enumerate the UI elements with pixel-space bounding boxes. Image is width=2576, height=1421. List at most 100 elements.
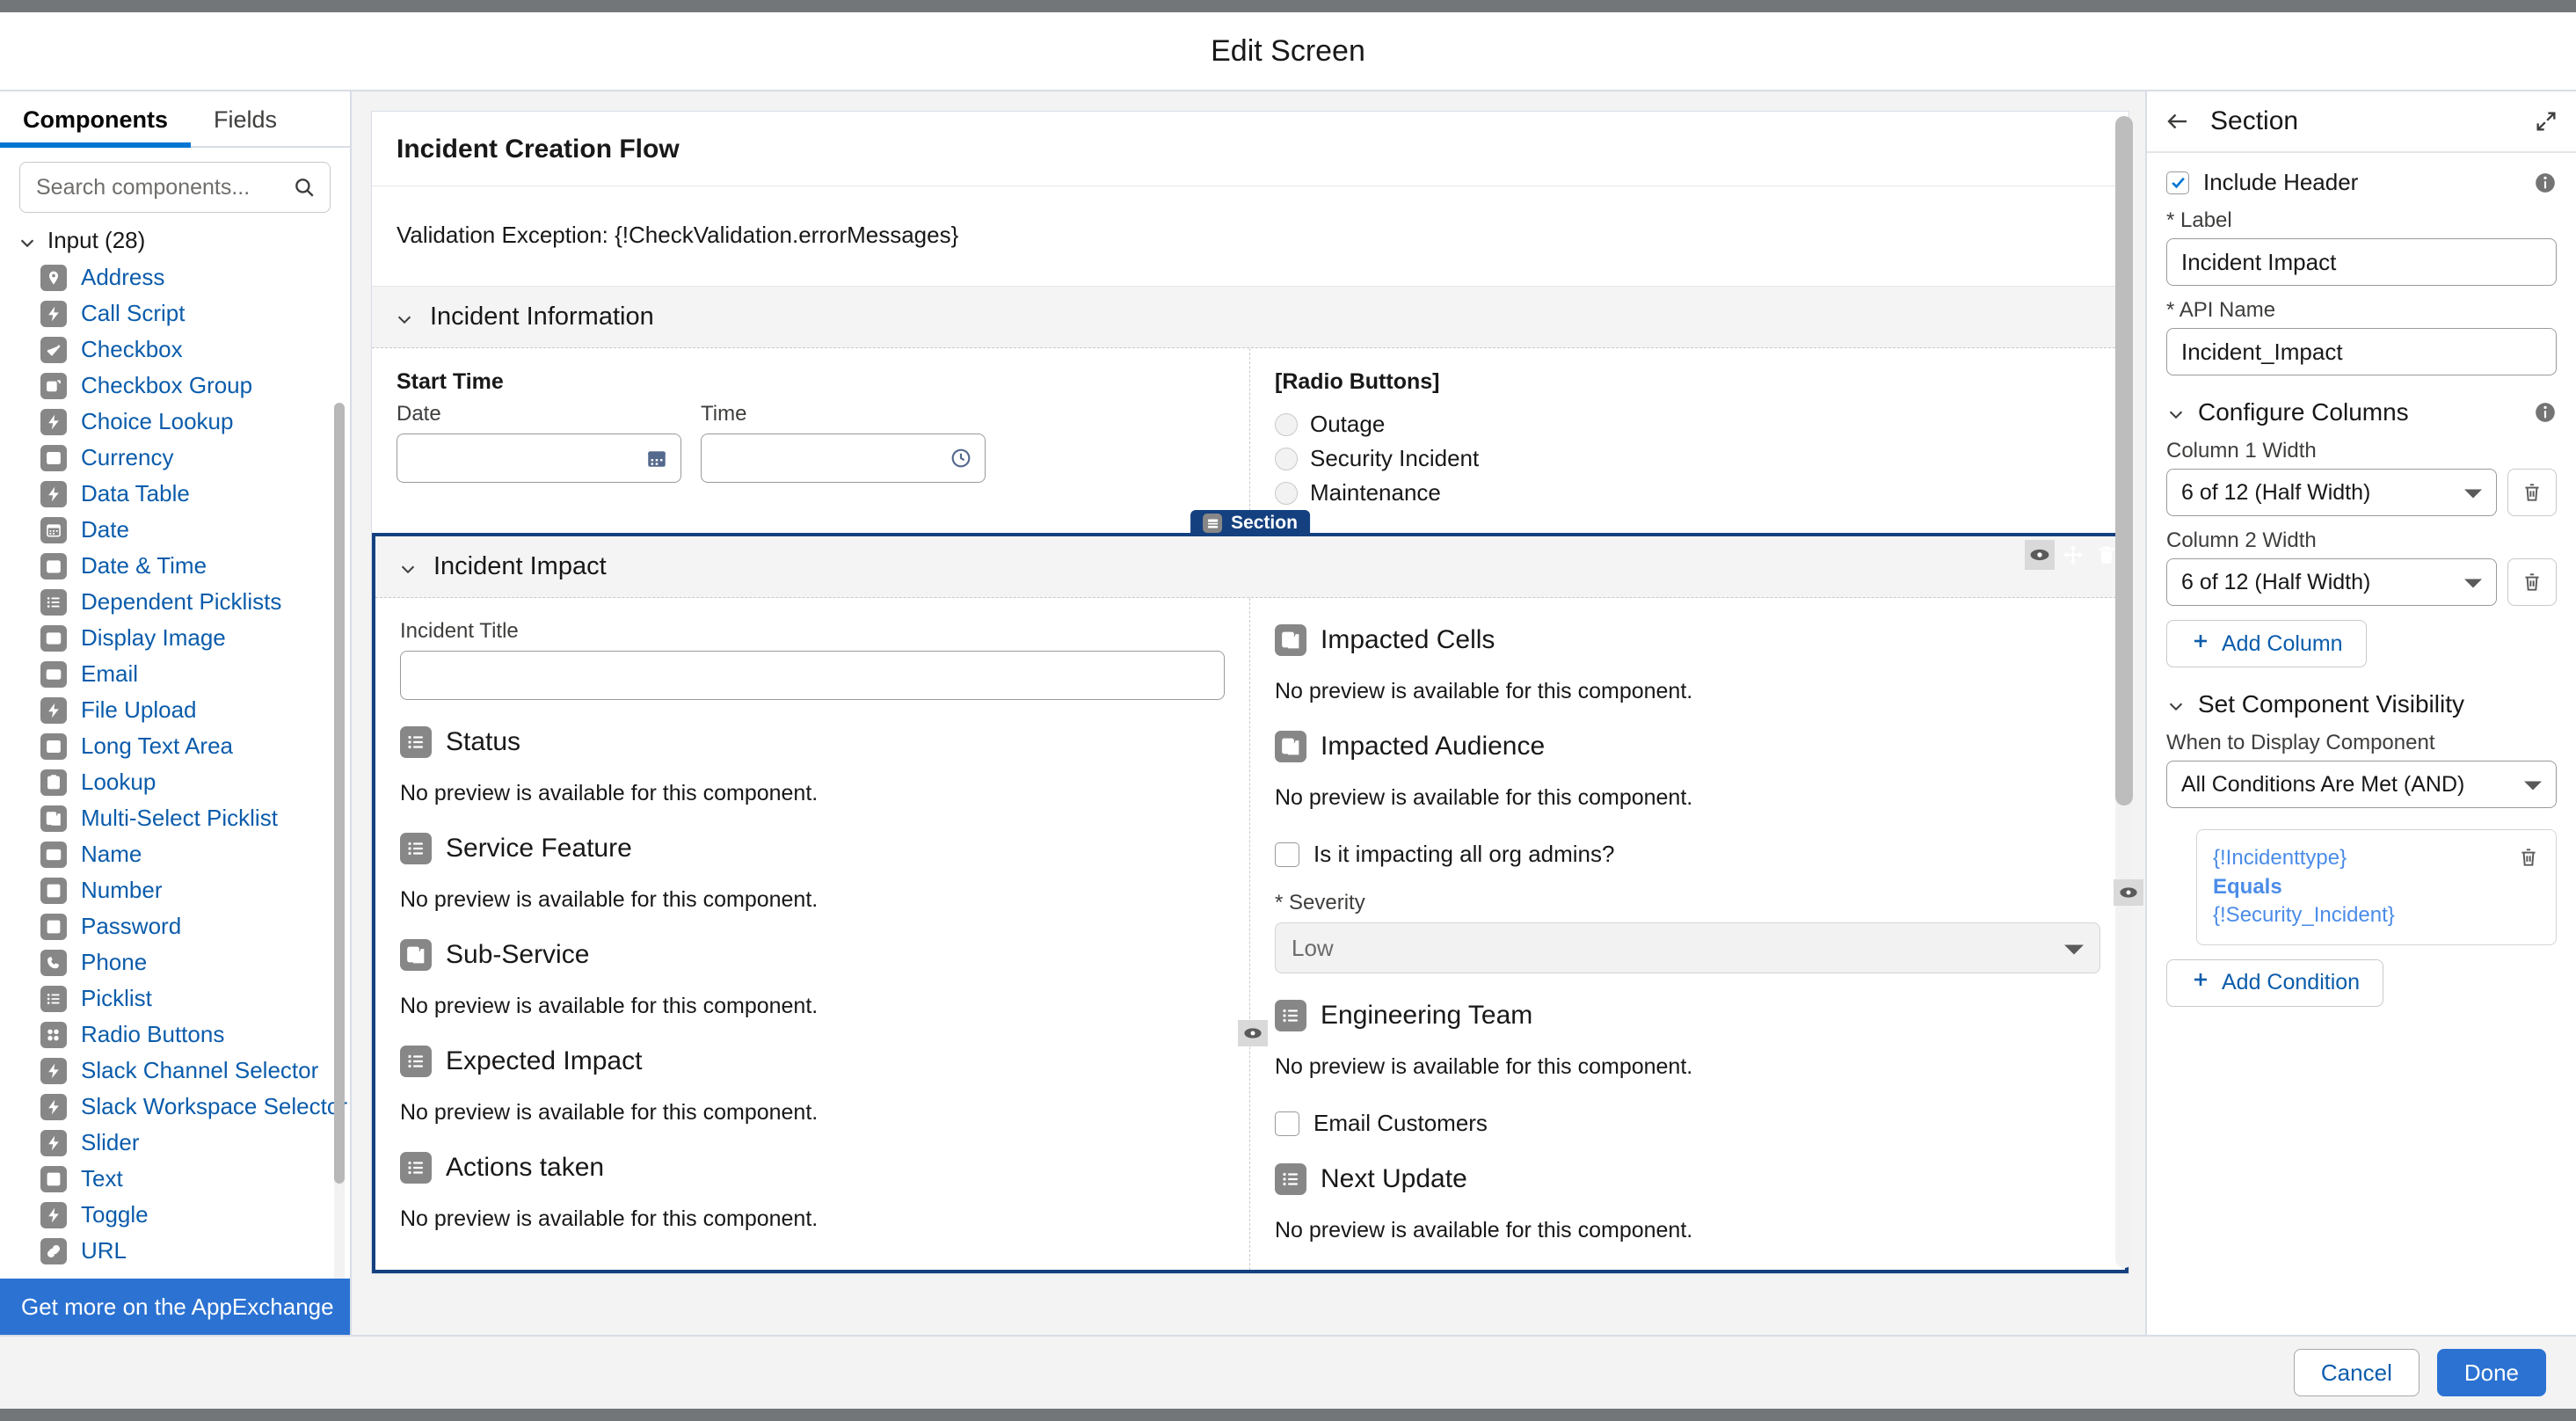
- component-item-currency[interactable]: Currency: [0, 440, 350, 476]
- checkbox-email-customers[interactable]: [1275, 1111, 1299, 1136]
- appexchange-link[interactable]: Get more on the AppExchange: [0, 1279, 350, 1335]
- chevron-down-icon: [2166, 403, 2186, 422]
- section-incident-impact-header[interactable]: Incident Impact: [375, 536, 2125, 598]
- component-item-checkbox-group[interactable]: Checkbox Group: [0, 368, 350, 404]
- configure-columns-header[interactable]: Configure Columns: [2166, 398, 2557, 426]
- cancel-button[interactable]: Cancel: [2293, 1349, 2420, 1396]
- group-input[interactable]: Input (28): [0, 222, 350, 259]
- component-item-checkbox[interactable]: Checkbox: [0, 332, 350, 368]
- section-toolbar: [2025, 540, 2121, 570]
- component-item-toggle[interactable]: Toggle: [0, 1197, 350, 1233]
- tab-fields[interactable]: Fields: [191, 91, 300, 148]
- arrow-left-icon[interactable]: [2165, 108, 2191, 135]
- component-item-number[interactable]: Number: [0, 872, 350, 908]
- label-field-input[interactable]: Incident Impact: [2166, 238, 2557, 286]
- component-sub-service[interactable]: Sub-Service No preview is available for t…: [400, 939, 1225, 1019]
- component-item-slack-channel-selector[interactable]: Slack Channel Selector: [0, 1053, 350, 1089]
- column2-width-select[interactable]: 6 of 12 (Half Width): [2166, 558, 2497, 606]
- component-item-lookup[interactable]: Lookup: [0, 764, 350, 800]
- eye-icon[interactable]: [2025, 540, 2055, 570]
- api-name-field-input[interactable]: Incident_Impact: [2166, 328, 2557, 375]
- section-incident-information[interactable]: Incident Information Start Time Date Tim…: [372, 287, 2128, 533]
- components-scrollbar[interactable]: [334, 403, 345, 1279]
- done-button[interactable]: Done: [2436, 1349, 2546, 1396]
- component-item-display-image[interactable]: Display Image: [0, 620, 350, 656]
- visibility-condition-card[interactable]: {!Incidenttype} Equals {!Security_Incide…: [2196, 829, 2557, 945]
- component-item-label: Display Image: [81, 624, 226, 651]
- checkbox-org-admins[interactable]: [1275, 842, 1299, 867]
- incident-info-column-2: [Radio Buttons] Outage Security Incident M…: [1250, 348, 2128, 533]
- delete-column2-button[interactable]: [2507, 558, 2557, 606]
- radio-option-outage[interactable]: Outage: [1275, 411, 2104, 438]
- component-impacted-audience[interactable]: Impacted Audience No preview is available…: [1275, 731, 2100, 811]
- expand-icon[interactable]: [2534, 109, 2558, 134]
- component-service-feature[interactable]: Service Feature No preview is available f…: [400, 833, 1225, 913]
- component-item-picklist[interactable]: Picklist: [0, 980, 350, 1017]
- eye-icon[interactable]: [1238, 1020, 1268, 1046]
- component-item-address[interactable]: Address: [0, 259, 350, 295]
- severity-select[interactable]: Low: [1275, 922, 2100, 973]
- lightning-icon: [40, 300, 67, 327]
- when-to-display-select[interactable]: All Conditions Are Met (AND): [2166, 761, 2557, 808]
- component-item-text[interactable]: Text: [0, 1161, 350, 1197]
- set-component-visibility-header[interactable]: Set Component Visibility: [2166, 690, 2557, 718]
- column2-width-value: 6 of 12 (Half Width): [2181, 569, 2371, 594]
- component-item-data-table[interactable]: Data Table: [0, 476, 350, 512]
- tab-components[interactable]: Components: [0, 91, 191, 148]
- component-item-date-time[interactable]: Date & Time: [0, 548, 350, 584]
- component-item-date[interactable]: Date: [0, 512, 350, 548]
- checkbox-org-admins-row[interactable]: Is it impacting all org admins?: [1275, 841, 2100, 868]
- delete-condition-button[interactable]: [2517, 846, 2540, 869]
- radio-button[interactable]: [1275, 447, 1298, 470]
- radio-button[interactable]: [1275, 481, 1298, 505]
- time-input[interactable]: [701, 434, 986, 483]
- delete-column1-button[interactable]: [2507, 469, 2557, 516]
- radio-option-security-incident[interactable]: Security Incident: [1275, 445, 2104, 472]
- screen-canvas-area: Incident Creation Flow Validation Except…: [352, 91, 2145, 1335]
- component-item-multi-select-picklist[interactable]: Multi-Select Picklist: [0, 800, 350, 836]
- component-impacted-cells[interactable]: Impacted Cells No preview is available fo…: [1275, 624, 2100, 704]
- component-next-update[interactable]: Next Update No preview is available for …: [1275, 1163, 2100, 1243]
- component-item-radio-buttons[interactable]: Radio Buttons: [0, 1017, 350, 1053]
- incident-impact-columns: Incident Title Status No preview is avail…: [375, 598, 2143, 1270]
- component-item-url[interactable]: URL: [0, 1233, 350, 1269]
- checkbox-email-customers-row[interactable]: Email Customers: [1275, 1110, 2100, 1137]
- component-item-long-text-area[interactable]: Long Text Area: [0, 728, 350, 764]
- trash-icon[interactable]: [2092, 540, 2121, 570]
- component-item-dependent-picklists[interactable]: Dependent Picklists: [0, 584, 350, 620]
- radio-button[interactable]: [1275, 412, 1298, 436]
- component-item-phone[interactable]: Phone: [0, 944, 350, 980]
- eye-icon[interactable]: [2114, 879, 2143, 906]
- canvas-scrollbar[interactable]: [2115, 116, 2133, 1268]
- info-icon[interactable]: [2534, 171, 2557, 194]
- no-preview-text: No preview is available for this compone…: [1275, 1054, 1693, 1079]
- add-column-button[interactable]: Add Column: [2166, 620, 2367, 667]
- date-input[interactable]: [397, 434, 681, 483]
- component-item-choice-lookup[interactable]: Choice Lookup: [0, 404, 350, 440]
- component-item-email[interactable]: Email: [0, 656, 350, 692]
- move-icon[interactable]: [2058, 540, 2088, 570]
- component-expected-impact[interactable]: Expected Impact No preview is available f…: [400, 1046, 1225, 1126]
- info-icon[interactable]: [2534, 401, 2557, 424]
- include-header-checkbox[interactable]: [2166, 171, 2189, 194]
- component-item-file-upload[interactable]: File Upload: [0, 692, 350, 728]
- component-item-name[interactable]: Name: [0, 836, 350, 872]
- component-item-slack-workspace-selector[interactable]: Slack Workspace Selector: [0, 1089, 350, 1125]
- column1-width-select[interactable]: 6 of 12 (Half Width): [2166, 469, 2497, 516]
- radio-option-maintenance[interactable]: Maintenance: [1275, 479, 2104, 506]
- include-header-row[interactable]: Include Header: [2166, 169, 2557, 196]
- section-incident-impact[interactable]: Section Incident Impact Incident Title S…: [372, 510, 2143, 1273]
- incident-title-input[interactable]: [400, 651, 1225, 700]
- section-incident-information-header[interactable]: Incident Information: [372, 287, 2128, 348]
- add-condition-button[interactable]: Add Condition: [2166, 958, 2384, 1007]
- component-actions-taken[interactable]: Actions taken No preview is available for…: [400, 1152, 1225, 1232]
- time-label: Time: [701, 402, 747, 426]
- component-engineering-team[interactable]: Engineering Team No preview is available…: [1275, 1000, 2100, 1080]
- component-status[interactable]: Status No preview is available for this c…: [400, 726, 1225, 806]
- canvas-scrollbar-thumb[interactable]: [2115, 116, 2133, 805]
- components-scrollbar-thumb[interactable]: [334, 403, 345, 1184]
- search-input[interactable]: [20, 163, 330, 212]
- component-item-call-script[interactable]: Call Script: [0, 295, 350, 332]
- component-item-password[interactable]: Password: [0, 908, 350, 944]
- component-item-slider[interactable]: Slider: [0, 1125, 350, 1161]
